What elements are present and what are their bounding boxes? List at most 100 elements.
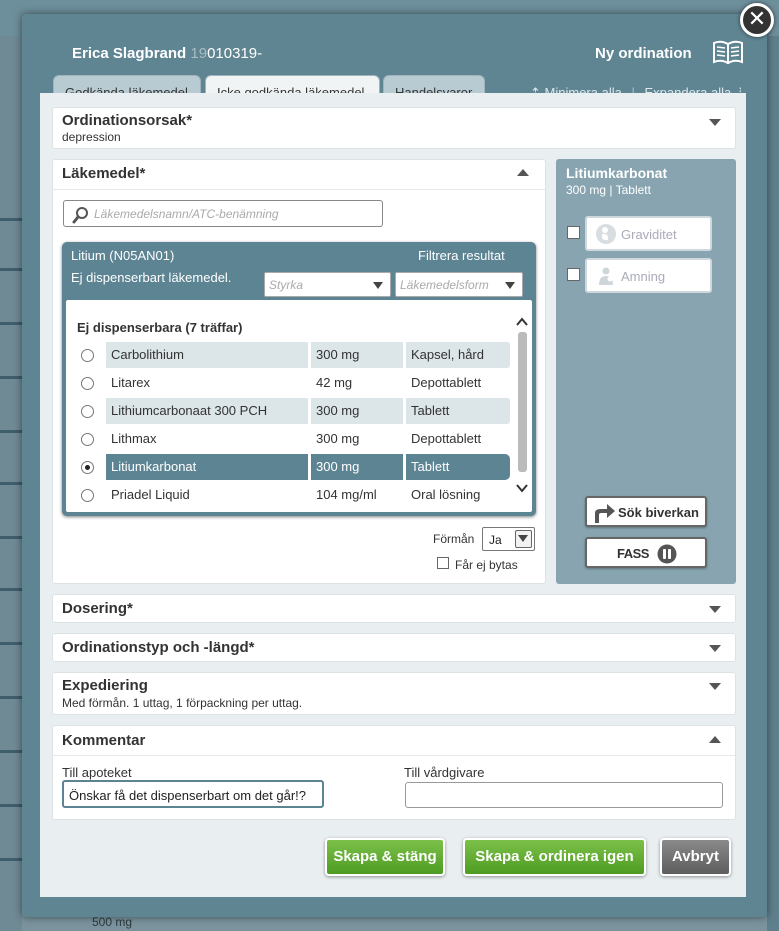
vardgivare-comment-input[interactable] [405,782,723,808]
apotek-comment-input[interactable]: Önskar få det dispenserbart om det går!? [62,780,324,808]
drug-row[interactable]: Carbolithium 300 mg Kapsel, hård [72,342,510,368]
drug-row-name: Lithiumcarbonaat 300 PCH [106,398,308,424]
graviditet-checkbox[interactable] [567,226,580,239]
list-title: Ej dispenserbara (7 träffar) [77,320,243,335]
form-placeholder: Läkemedelsform [400,278,489,292]
drug-row-form: Tablett [406,454,510,480]
list-scrollbar[interactable] [514,310,530,506]
scroll-up-icon[interactable] [516,316,528,328]
drug-row[interactable]: Litiumkarbonat 300 mg Tablett [72,454,510,480]
drug-row-radio[interactable] [81,489,94,502]
patient-id: 19010319- [190,45,263,62]
chevron-up-icon[interactable] [517,169,529,176]
drug-info-panel: Litiumkarbonat 300 mg | Tablett Gravidit… [556,159,736,584]
side-drug-name: Litiumkarbonat [566,165,668,181]
drug-name: Litium (N05AN01) [71,248,175,263]
chevron-up-icon[interactable] [709,736,721,743]
drug-row[interactable]: Lithmax 300 mg Depottablett [72,426,510,452]
formaan-select[interactable]: Ja [482,527,535,551]
close-dialog-button[interactable]: ✕ [740,3,774,37]
scroll-down-icon[interactable] [516,482,528,494]
chevron-down-icon[interactable] [709,119,721,126]
create-and-prescribe-again-button[interactable]: Skapa & ordinera igen [463,838,646,876]
chevron-down-icon[interactable] [709,606,721,613]
graviditet-button[interactable]: Graviditet [585,216,712,251]
panel-ordinationstyp[interactable]: Ordinationstyp och -längd* [52,633,736,662]
formaan-value: Ja [489,533,502,547]
panel-kommentar: Kommentar Till apoteket Önskar få det di… [52,725,736,820]
drug-row-strength: 300 mg [311,454,403,480]
drug-row-form: Tablett [406,398,510,424]
chevron-down-icon[interactable] [709,683,721,690]
create-and-close-button[interactable]: Skapa & stäng [325,838,445,876]
amning-checkbox[interactable] [567,268,580,281]
strength-select[interactable]: Styrka [264,272,391,297]
panel-title: Kommentar [62,732,146,749]
fass-label: FASS [617,546,649,561]
side-drug-details: 300 mg | Tablett [566,183,651,197]
drug-row-strength: 300 mg [311,342,403,368]
scroll-thumb[interactable] [518,332,527,472]
dispense-note: Ej dispenserbart läkemedel. [71,270,232,285]
pregnancy-icon [596,224,616,244]
fass-button[interactable]: FASS [585,537,707,568]
drug-list: Ej dispenserbara (7 träffar) Carbolithiu… [66,300,532,512]
panel-title: Expediering [62,677,148,694]
drug-row[interactable]: Lithiumcarbonaat 300 PCH 300 mg Tablett [72,398,510,424]
share-arrow-icon [595,504,615,523]
drug-row-radio[interactable] [81,377,94,390]
book-icon[interactable] [712,40,744,64]
panel-lakemedel: Läkemedel* Läkemedelsnamn/ATC-benämning … [52,159,546,584]
bg-text: 500 mg [92,915,133,929]
drug-row-strength: 104 mg/ml [316,487,377,502]
drug-row-name: Litiumkarbonat [106,454,308,480]
strength-placeholder: Styrka [269,278,304,292]
drug-row-name: Carbolithium [106,342,308,368]
caret-down-icon [518,535,528,542]
amning-button[interactable]: Amning [585,258,712,293]
drug-result-box: Litium (N05AN01) Filtrera resultat Ej di… [62,242,536,516]
cancel-button[interactable]: Avbryt [660,838,731,876]
drug-row-form: Depottablett [411,431,482,446]
drug-row-radio[interactable] [81,349,94,362]
graviditet-label: Graviditet [621,227,677,242]
patient-header: Erica Slagbrand 19010319- [72,45,262,62]
vardgivare-label: Till vårdgivare [404,765,485,780]
sok-biverkan-label: Sök biverkan [618,505,699,520]
panel-value: Med förmån. 1 uttag, 1 förpackning per u… [62,696,303,710]
formaan-label: Förmån [433,532,475,546]
panel-title: Dosering* [62,600,133,617]
panel-ordinationsorsak[interactable]: Ordinationsorsak* depression [52,107,736,149]
fass-logo-icon [657,544,677,564]
form-select[interactable]: Läkemedelsform [395,272,523,297]
drug-row-name: Lithmax [111,431,157,446]
drug-row-form: Kapsel, hård [406,342,510,368]
caret-down-icon [373,282,383,289]
panel-title: Ordinationstyp och -längd* [62,639,255,656]
drug-row-radio[interactable] [81,461,94,474]
search-icon [72,207,88,224]
drug-search-input[interactable]: Läkemedelsnamn/ATC-benämning [63,200,383,227]
drug-row-strength: 300 mg [316,431,360,446]
panel-title: Läkemedel* [62,165,146,182]
chevron-down-icon[interactable] [709,645,721,652]
drug-row-radio[interactable] [81,405,94,418]
drug-row[interactable]: Litarex 42 mg Depottablett [72,370,510,396]
drug-row-strength: 300 mg [311,398,403,424]
drug-row-name: Priadel Liquid [111,487,190,502]
panel-expediering[interactable]: Expediering Med förmån. 1 uttag, 1 förpa… [52,672,736,715]
amning-label: Amning [621,269,666,284]
drug-row-radio[interactable] [81,433,94,446]
dialog-title: Ny ordination [595,45,692,62]
dialog-content: Ordinationsorsak* depression Läkemedel* … [40,93,746,897]
background-sidebar [0,36,22,931]
sok-biverkan-button[interactable]: Sök biverkan [585,496,707,527]
panel-dosering[interactable]: Dosering* [52,594,736,623]
caret-down-icon [505,282,515,289]
drug-row[interactable]: Priadel Liquid 104 mg/ml Oral lösning [72,482,510,508]
panel-value: depression [62,130,121,144]
far-ej-bytas-checkbox[interactable] [437,557,449,569]
drug-row-name: Litarex [111,375,151,390]
panel-title: Ordinationsorsak* [62,112,193,129]
apotek-label: Till apoteket [62,765,132,780]
